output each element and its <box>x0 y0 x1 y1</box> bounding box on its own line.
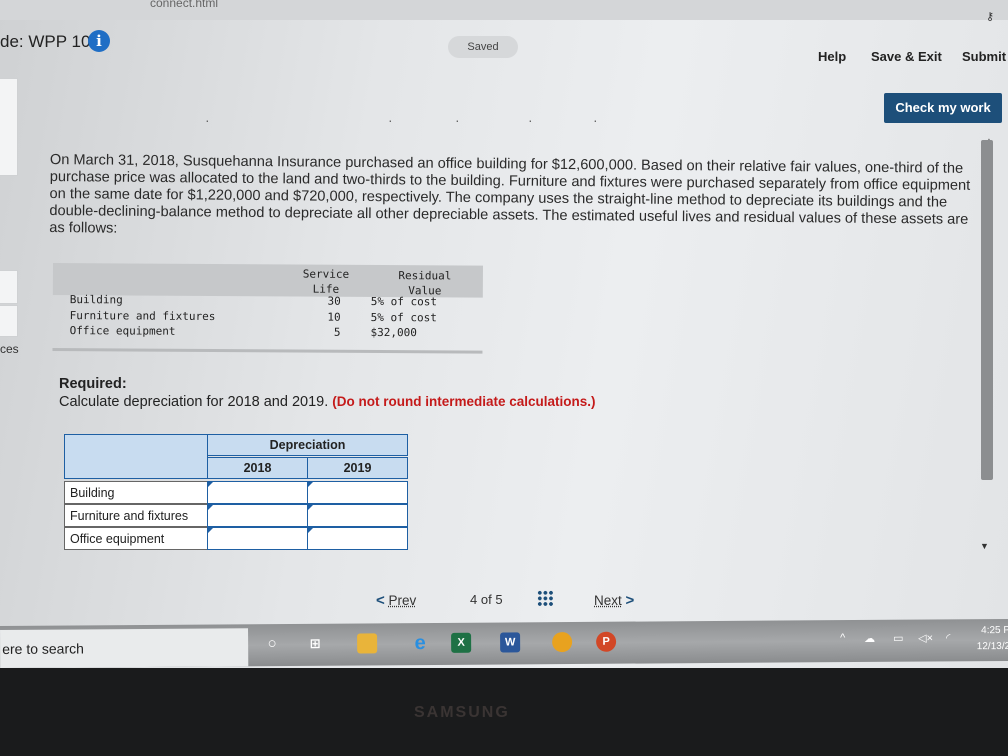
useful-life-table: Service Life Residual Value Building 30 … <box>52 263 483 354</box>
residual-value-header: Residual Value <box>395 268 455 298</box>
browser-url-strip: connect.html <box>0 0 1008 20</box>
save-exit-link[interactable]: Save & Exit <box>871 49 942 64</box>
submit-link[interactable]: Submit <box>962 49 1006 64</box>
chevron-right-icon: > <box>625 592 635 609</box>
next-button[interactable]: Next > <box>594 592 634 609</box>
help-link[interactable]: Help <box>818 49 846 64</box>
prev-label: Prev <box>388 593 417 608</box>
service-life-value: 30 <box>327 294 341 308</box>
side-panel-tab[interactable] <box>0 78 18 176</box>
check-my-work-button[interactable]: Check my work <box>884 93 1002 123</box>
edge-icon[interactable]: e <box>410 632 430 654</box>
chrome-icon[interactable] <box>552 632 573 653</box>
wifi-icon[interactable]: ◜ <box>946 631 950 644</box>
cortana-icon[interactable]: ○ <box>262 634 282 654</box>
residual-value: 5% of cost <box>370 310 437 324</box>
clock-date: 12/13/2 <box>976 640 1008 653</box>
office-equipment-2018-input[interactable] <box>207 527 308 550</box>
current-page: 4 <box>470 592 478 607</box>
building-2019-input[interactable] <box>307 481 408 504</box>
residual-value-header-line1: Residual <box>398 269 452 283</box>
windows-taskbar: ere to search ○ ⊞ e X W P ^ ☁ ▭ ◁× ◜ 4:2… <box>0 618 1008 668</box>
info-icon[interactable]: i <box>88 30 110 52</box>
url-fragment: connect.html <box>150 0 219 10</box>
cloud-icon[interactable]: ☁ <box>864 632 875 645</box>
depreciation-group-header: Depreciation <box>207 434 408 456</box>
service-life-header-line1: Service <box>302 267 350 281</box>
problem-statement: On March 31, 2018, Susquehanna Insurance… <box>49 152 971 237</box>
asset-name: Furniture and fixtures <box>69 308 216 323</box>
grid-corner-cell <box>64 434 208 479</box>
office-equipment-2019-input[interactable] <box>307 527 408 550</box>
asset-name: Office equipment <box>69 324 176 338</box>
chevron-left-icon: < <box>376 592 385 609</box>
required-section: Required: Calculate depreciation for 201… <box>59 376 596 410</box>
residual-value: $32,000 <box>370 325 417 340</box>
task-view-icon[interactable]: ⊞ <box>305 634 325 654</box>
divider-dot: · <box>388 112 393 128</box>
file-explorer-icon[interactable] <box>357 633 378 654</box>
service-life-value: 5 <box>333 325 341 339</box>
column-header-2019: 2019 <box>307 457 408 479</box>
furniture-2019-input[interactable] <box>307 504 408 527</box>
column-header-2018: 2018 <box>207 457 308 479</box>
asset-name: Building <box>69 293 123 307</box>
row-label-office-equipment: Office equipment <box>64 527 208 550</box>
page-indicator: 4 of 5 <box>470 592 503 607</box>
clock-time: 4:25 P <box>981 624 1008 637</box>
next-label: Next <box>594 593 622 608</box>
divider-dot: · <box>205 112 210 128</box>
taskbar-search-box[interactable]: ere to search <box>0 628 249 668</box>
volume-icon[interactable]: ◁× <box>918 631 933 644</box>
required-heading: Required: <box>59 376 127 392</box>
side-panel-label: ces <box>0 342 19 356</box>
divider-dot: · <box>528 112 533 128</box>
page-of-label: of <box>480 592 492 607</box>
side-panel-tab[interactable] <box>0 270 18 304</box>
row-label-building: Building <box>64 481 208 504</box>
assignment-header: de: WPP 10 i Saved Help Save & Exit Subm… <box>0 22 1008 82</box>
furniture-2018-input[interactable] <box>207 504 308 527</box>
side-panel-tab[interactable] <box>0 305 18 337</box>
divider-dot: · <box>455 112 460 128</box>
monitor-brand-logo: SAMSUNG <box>414 704 510 721</box>
service-life-value: 10 <box>327 310 341 324</box>
scroll-down-arrow-icon[interactable]: ▼ <box>980 541 989 551</box>
question-grid-icon[interactable] <box>537 590 554 607</box>
battery-icon[interactable]: ▭ <box>893 632 903 645</box>
system-clock[interactable]: 4:25 P 12/13/2 <box>966 623 1008 655</box>
prev-button[interactable]: < Prev <box>376 592 416 609</box>
residual-value: 5% of cost <box>370 294 438 309</box>
service-life-header: Service Life <box>301 267 351 297</box>
word-icon[interactable]: W <box>500 632 521 653</box>
screen: connect.html ⚷ de: WPP 10 i Saved Help S… <box>0 0 1008 668</box>
assignment-title: de: WPP 10 <box>0 32 91 51</box>
required-instruction: Calculate depreciation for 2018 and 2019… <box>59 394 329 410</box>
powerpoint-icon[interactable]: P <box>596 631 617 652</box>
excel-icon[interactable]: X <box>451 632 472 653</box>
building-2018-input[interactable] <box>207 481 308 504</box>
table-row: Office equipment 5 $32,000 <box>53 324 483 342</box>
total-pages: 5 <box>495 592 503 607</box>
saved-status-badge: Saved <box>448 36 518 58</box>
show-hidden-icons-icon[interactable]: ^ <box>840 632 845 644</box>
row-label-furniture-and-fixtures: Furniture and fixtures <box>64 504 208 527</box>
rounding-note: (Do not round intermediate calculations.… <box>332 394 596 409</box>
table-bottom-rule <box>52 347 483 354</box>
divider-dot: · <box>593 112 598 128</box>
